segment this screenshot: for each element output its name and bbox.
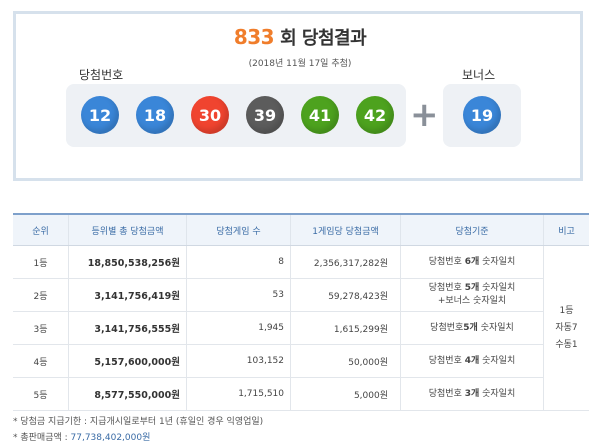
criteria-text: 당첨번호 — [430, 322, 464, 333]
lotto-ball: 18 — [136, 96, 174, 134]
rank-cell: 4등 — [13, 344, 69, 378]
criteria-count: 3개 — [464, 388, 480, 399]
payout-deadline-note: * 당첨금 지급기한 : 지급개시일로부터 1년 (휴일인 경우 익영업일) — [13, 417, 264, 427]
rank-cell: 3등 — [13, 311, 69, 345]
total-sales-value: 77,738,402,000원 — [70, 433, 151, 443]
rank-cell: 5등 — [13, 377, 69, 411]
bonus-ball: 19 — [463, 96, 501, 134]
bonus-label: 보너스 — [462, 68, 496, 82]
total-prize-cell: 3,141,756,419원 — [68, 278, 187, 312]
note-cell: 1등자동7 수동1 — [543, 245, 589, 411]
criteria-text: 당첨번호 — [428, 256, 465, 267]
criteria-text: 숫자일치 — [479, 256, 516, 267]
criteria-cell: 당첨번호 3개 숫자일치 — [400, 377, 544, 411]
rank-cell: 2등 — [13, 278, 69, 312]
col-rank: 순위 — [13, 213, 69, 246]
lotto-ball: 30 — [191, 96, 229, 134]
title-suffix: 회 당첨결과 — [280, 28, 367, 49]
note-line: 자동7 — [555, 322, 578, 333]
note-line: 수동1 — [555, 339, 578, 350]
total-prize-cell: 18,850,538,256원 — [68, 245, 187, 279]
lotto-ball: 41 — [301, 96, 339, 134]
prize-per-game-cell: 59,278,423원 — [290, 278, 401, 312]
table-header-row: 순위 등위별 총 당첨금액 당첨게임 수 1게임당 당첨금액 당첨기준 비고 — [13, 213, 589, 246]
winner-count-cell: 8 — [186, 245, 291, 279]
prize-per-game-cell: 5,000원 — [290, 377, 401, 411]
winner-count-cell: 1,715,510 — [186, 377, 291, 411]
plus-icon: + — [410, 95, 439, 135]
col-note: 비고 — [543, 213, 589, 246]
criteria-bonus-text: +보너스 숫자일치 — [437, 296, 507, 306]
criteria-count: 5개 — [463, 322, 478, 333]
prize-table: 순위 등위별 총 당첨금액 당첨게임 수 1게임당 당첨금액 당첨기준 비고 1… — [13, 213, 589, 411]
criteria-count: 6개 — [464, 256, 480, 267]
criteria-cell: 당첨번호5개 숫자일치 — [400, 311, 544, 345]
lotto-ball: 39 — [246, 96, 284, 134]
criteria-cell: 당첨번호 5개 숫자일치 +보너스 숫자일치 — [400, 278, 544, 312]
draw-title: 833 회 당첨결과 — [0, 24, 600, 50]
total-sales-label: * 총판매금액 : — [13, 433, 71, 443]
table-row: 3등 3,141,756,555원 1,945 1,615,299원 당첨번호5개 숫자… — [13, 311, 589, 345]
criteria-cell: 당첨번호 4개 숫자일치 — [400, 344, 544, 378]
criteria-text: 당첨번호 — [428, 388, 465, 399]
criteria-count: 5개 — [464, 283, 480, 293]
criteria-text: 숫자일치 — [479, 355, 516, 366]
criteria-text: 당첨번호 — [428, 283, 465, 293]
prize-per-game-cell: 50,000원 — [290, 344, 401, 378]
winning-numbers-panel: 12 18 30 39 41 42 — [66, 84, 406, 147]
col-total-prize: 등위별 총 당첨금액 — [68, 213, 187, 246]
criteria-text: 숫자일치 — [477, 322, 514, 333]
winner-count-cell: 103,152 — [186, 344, 291, 378]
table-row: 1등 18,850,538,256원 8 2,356,317,282원 당첨번호 6개 … — [13, 245, 589, 411]
criteria-text: 숫자일치 — [479, 388, 516, 399]
round-number: 833 — [233, 25, 275, 49]
winner-count-cell: 53 — [186, 278, 291, 312]
note-line: 1등 — [559, 305, 574, 316]
col-winner-count: 당첨게임 수 — [186, 213, 291, 246]
col-criteria: 당첨기준 — [400, 213, 544, 246]
criteria-text: 당첨번호 — [428, 355, 465, 366]
winning-numbers-label: 당첨번호 — [79, 68, 124, 82]
total-prize-cell: 8,577,550,000원 — [68, 377, 187, 411]
table-row: 4등 5,157,600,000원 103,152 50,000원 당첨번호 4개 숫자… — [13, 344, 589, 378]
lotto-ball: 42 — [356, 96, 394, 134]
criteria-count: 4개 — [464, 355, 480, 366]
prize-per-game-cell: 2,356,317,282원 — [290, 245, 401, 279]
total-prize-cell: 5,157,600,000원 — [68, 344, 187, 378]
lotto-ball: 12 — [81, 96, 119, 134]
table-row: 5등 8,577,550,000원 1,715,510 5,000원 당첨번호 3개 숫… — [13, 377, 589, 411]
prize-per-game-cell: 1,615,299원 — [290, 311, 401, 345]
rank-cell: 1등 — [13, 245, 69, 279]
criteria-cell: 당첨번호 6개 숫자일치 — [400, 245, 544, 279]
criteria-text: 숫자일치 — [479, 283, 516, 293]
total-prize-cell: 3,141,756,555원 — [68, 311, 187, 345]
col-prize-per-game: 1게임당 당첨금액 — [290, 213, 401, 246]
table-row: 2등 3,141,756,419원 53 59,278,423원 당첨번호 5개 숫자일… — [13, 278, 589, 312]
total-sales-note: * 총판매금액 : 77,738,402,000원 — [13, 430, 150, 443]
winner-count-cell: 1,945 — [186, 311, 291, 345]
bonus-number-panel: 19 — [443, 84, 521, 147]
